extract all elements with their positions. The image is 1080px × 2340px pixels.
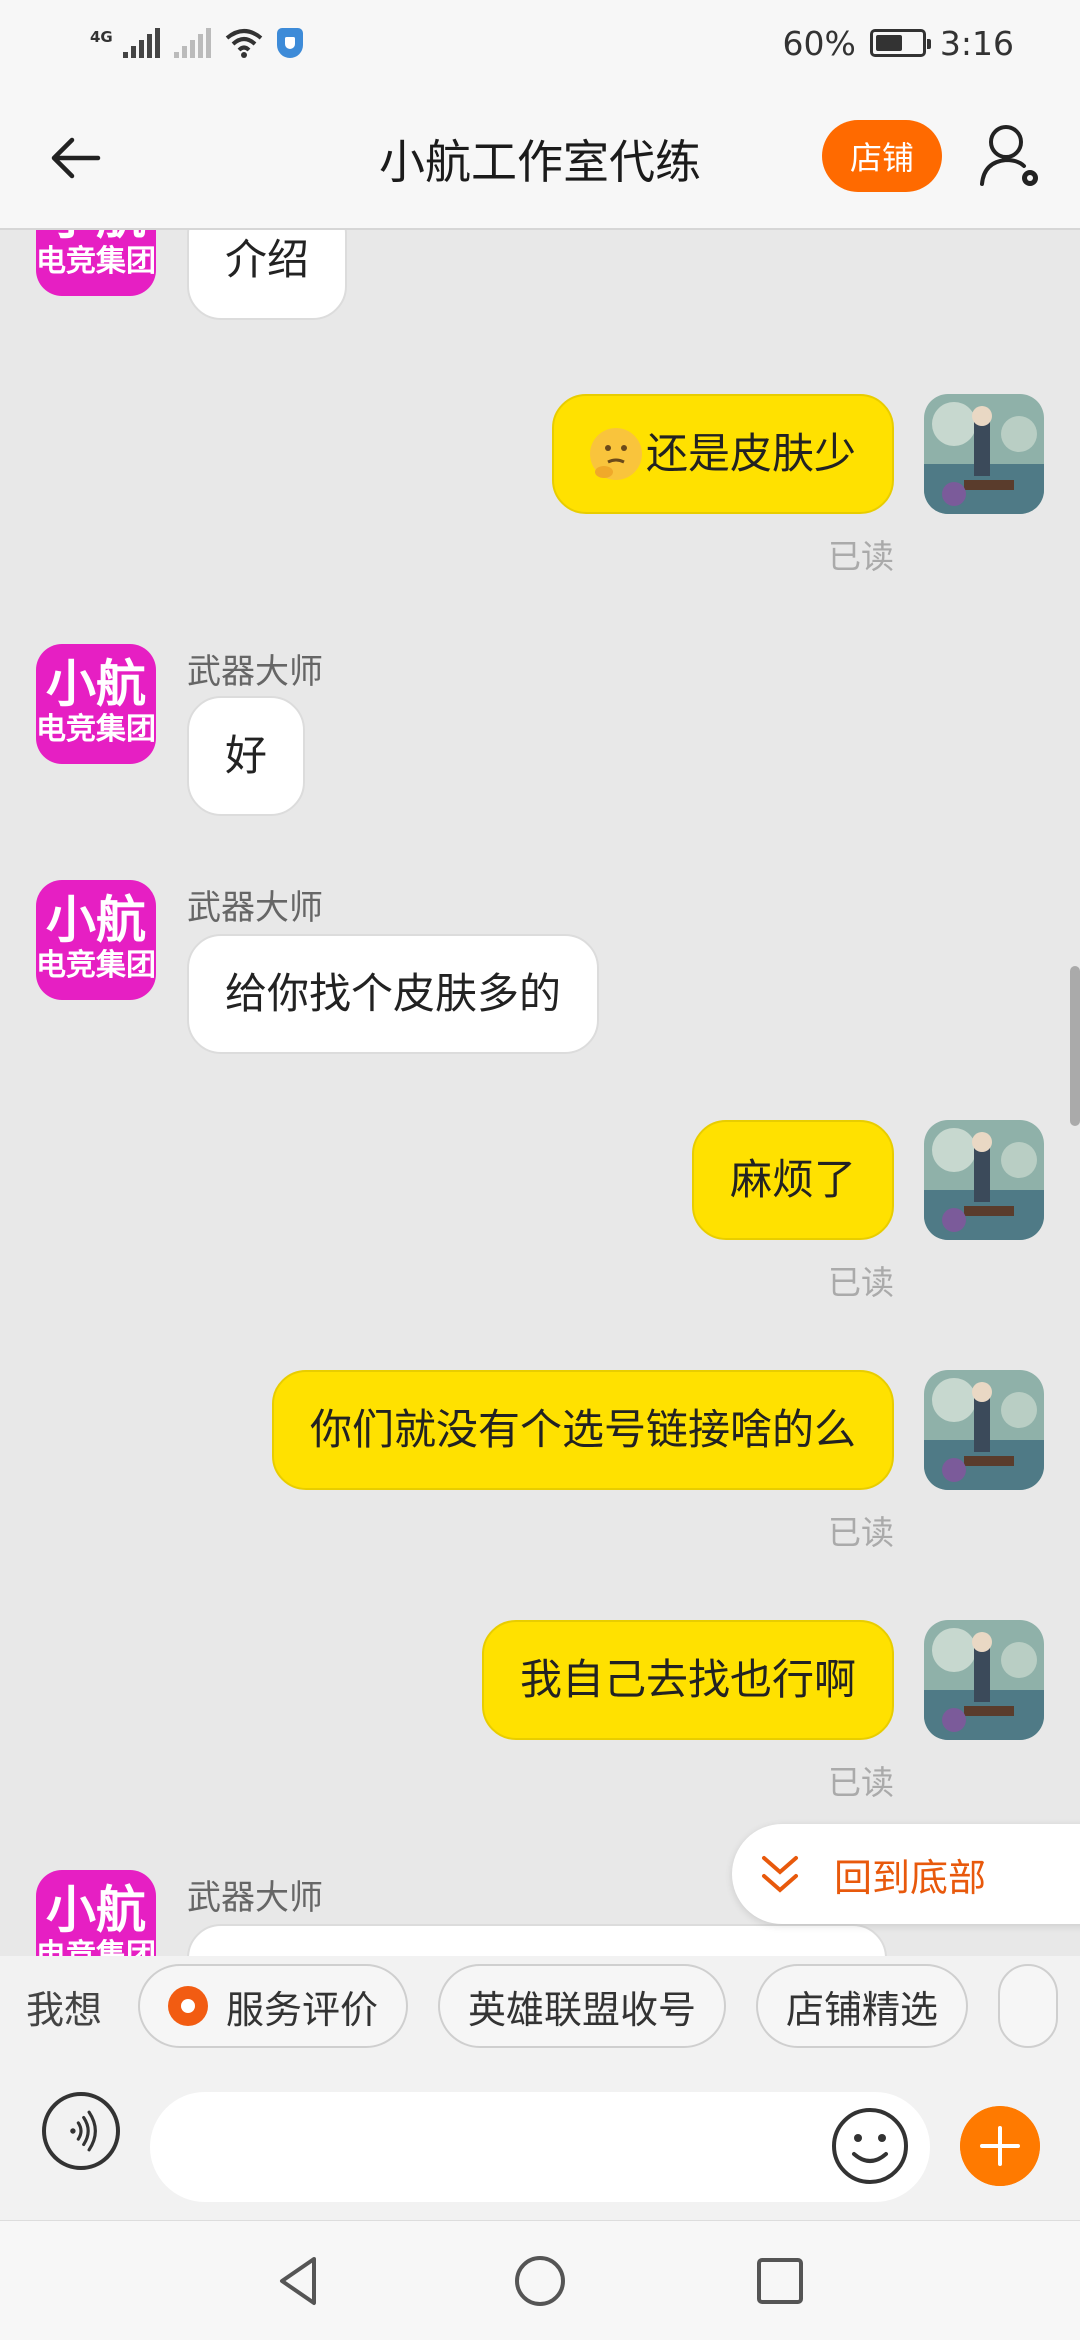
emoji-icon[interactable] bbox=[830, 2106, 910, 2186]
message-bubble-incoming[interactable]: 好 bbox=[187, 696, 306, 816]
message-text: 给你找个皮肤多的 bbox=[225, 969, 562, 1018]
avatar-text: 电竞集团 bbox=[36, 1938, 156, 1956]
shop-button[interactable]: 店铺 bbox=[822, 120, 942, 192]
double-chevron-down-icon bbox=[762, 1856, 798, 1893]
avatar-text: 电竞集团 bbox=[36, 948, 156, 983]
nav-back-icon[interactable] bbox=[270, 2251, 330, 2311]
chip-lol-account[interactable]: 英雄联盟收号 bbox=[438, 1964, 727, 2048]
message-bubble-outgoing[interactable]: 我自己去找也行啊 bbox=[481, 1620, 894, 1740]
status-bar: 4G 60% 3:16 bbox=[0, 0, 1080, 86]
input-bar bbox=[0, 2056, 1080, 2220]
message-bubble-outgoing[interactable]: 你们就没有个选号链接啥的么 bbox=[271, 1370, 894, 1490]
read-status: 已读 bbox=[828, 537, 894, 576]
back-to-bottom-button[interactable]: 回到底部 bbox=[732, 1824, 1080, 1924]
chip-label: 店铺精选 bbox=[786, 1987, 939, 2032]
wifi-icon bbox=[225, 29, 263, 58]
sender-name: 武器大师 bbox=[187, 652, 323, 692]
voice-icon[interactable] bbox=[42, 2092, 120, 2170]
scrollbar-thumb[interactable] bbox=[1070, 966, 1080, 1126]
plus-icon[interactable] bbox=[960, 2106, 1040, 2186]
battery-icon bbox=[869, 29, 931, 57]
review-icon bbox=[168, 1986, 209, 2026]
quick-actions-bar: 我想 服务评价 英雄联盟收号 店铺精选 bbox=[0, 1956, 1080, 2056]
user-avatar[interactable] bbox=[924, 394, 1044, 514]
message-text: 好 bbox=[225, 731, 268, 780]
read-status: 已读 bbox=[828, 1763, 894, 1802]
message-bubble-outgoing[interactable]: 麻烦了 bbox=[691, 1120, 894, 1240]
shop-avatar[interactable]: 小航 电竞集团 bbox=[36, 880, 156, 1000]
chat-header: 小航工作室代练 店铺 bbox=[0, 86, 1080, 230]
shop-avatar[interactable]: 小航 电竞集团 bbox=[36, 644, 156, 764]
signal-no-sim-icon bbox=[173, 28, 211, 58]
avatar-text: 电竞集团 bbox=[36, 712, 156, 747]
message-text: 我自己去找也行啊 bbox=[519, 1655, 856, 1704]
status-left: 4G bbox=[90, 28, 303, 58]
chip-service-review[interactable]: 服务评价 bbox=[138, 1964, 409, 2048]
shop-avatar[interactable]: 小航 电竞集团 bbox=[36, 230, 156, 296]
avatar-text: 小航 bbox=[46, 1881, 146, 1939]
back-to-bottom-label: 回到底部 bbox=[834, 1855, 987, 1900]
user-avatar[interactable] bbox=[924, 1370, 1044, 1490]
shop-avatar[interactable]: 小航 电竞集团 bbox=[36, 1870, 156, 1956]
nav-home-icon[interactable] bbox=[510, 2251, 570, 2311]
message-text: 还是皮肤少 bbox=[645, 429, 856, 478]
avatar-text: 小航 bbox=[46, 891, 146, 949]
message-bubble-outgoing[interactable]: 还是皮肤少 bbox=[551, 394, 894, 514]
avatar-text: 电竞集团 bbox=[36, 244, 156, 279]
sender-name: 武器大师 bbox=[187, 1878, 323, 1918]
sender-name: 武器大师 bbox=[187, 888, 323, 928]
avatar-text: 小航 bbox=[46, 655, 146, 713]
signal-icon bbox=[122, 28, 160, 58]
read-status: 已读 bbox=[828, 1263, 894, 1302]
message-bubble-incoming[interactable]: 介绍 bbox=[187, 230, 348, 320]
nav-recents-icon[interactable] bbox=[750, 2251, 810, 2311]
shield-icon bbox=[276, 28, 303, 58]
clock: 3:16 bbox=[939, 23, 1014, 63]
profile-settings-icon[interactable] bbox=[978, 122, 1044, 192]
chip-more[interactable] bbox=[998, 1964, 1059, 2048]
message-text: 麻烦了 bbox=[729, 1155, 856, 1204]
message-bubble-incoming[interactable]: 给你找个皮肤多的 bbox=[187, 934, 600, 1054]
thinking-face-icon bbox=[589, 428, 642, 480]
battery-percent: 60% bbox=[782, 23, 856, 63]
message-bubble-incoming[interactable] bbox=[187, 1924, 887, 1956]
avatar-text: 小航 bbox=[36, 230, 156, 244]
network-type: 4G bbox=[90, 28, 113, 46]
user-avatar[interactable] bbox=[924, 1120, 1044, 1240]
user-avatar[interactable] bbox=[924, 1620, 1044, 1740]
message-input[interactable] bbox=[150, 2092, 930, 2202]
chat-messages[interactable]: 小航 电竞集团 介绍 还是皮肤少 已读 小航 电竞集团 武器大师 好 小航 电竞… bbox=[0, 230, 1080, 1956]
quick-label: 我想 bbox=[26, 1987, 103, 2032]
system-nav-bar bbox=[0, 2220, 1080, 2340]
read-status: 已读 bbox=[828, 1513, 894, 1552]
status-right: 60% 3:16 bbox=[783, 24, 1014, 63]
chip-shop-featured[interactable]: 店铺精选 bbox=[756, 1964, 969, 2048]
message-text: 介绍 bbox=[225, 235, 310, 284]
message-text: 你们就没有个选号链接啥的么 bbox=[309, 1405, 856, 1454]
chip-label: 英雄联盟收号 bbox=[468, 1987, 697, 2032]
chip-label: 服务评价 bbox=[226, 1987, 379, 2032]
